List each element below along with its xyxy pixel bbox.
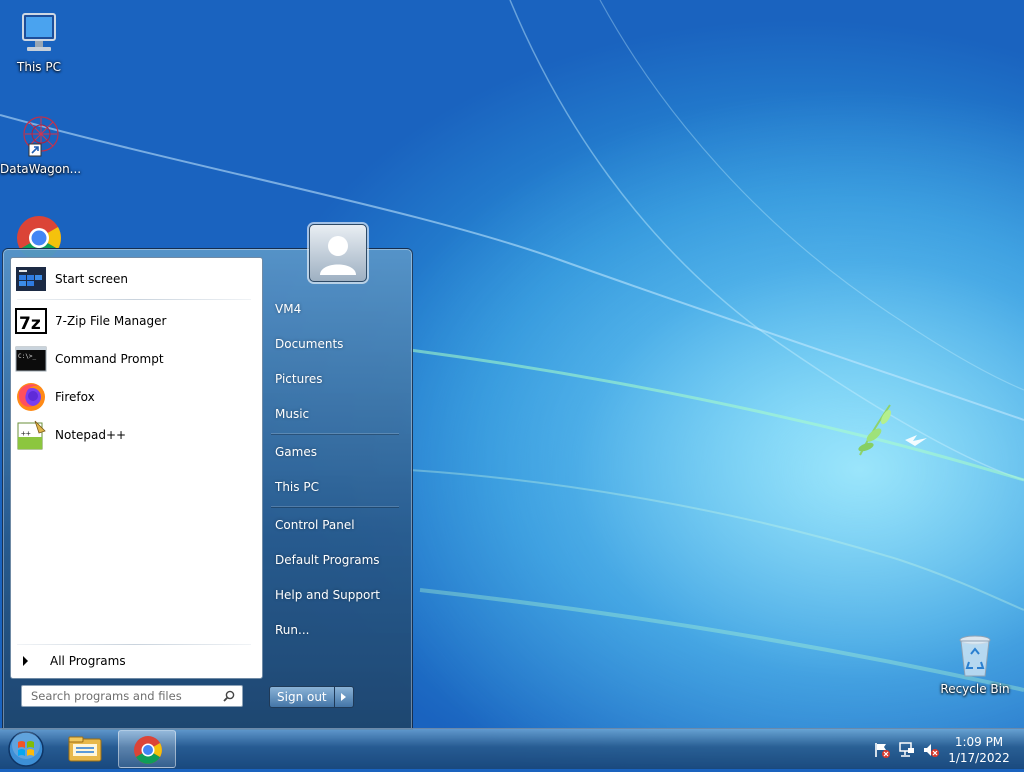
right-item-games[interactable]: Games	[271, 437, 406, 467]
search-input[interactable]	[29, 688, 221, 704]
command-prompt-icon: C:\>_	[15, 343, 47, 375]
right-item-documents[interactable]: Documents	[271, 329, 406, 359]
program-label: Command Prompt	[55, 352, 164, 366]
start-screen-icon	[15, 263, 47, 295]
right-item-run[interactable]: Run...	[271, 615, 406, 645]
desktop-icon-recycle-bin[interactable]: Recycle Bin	[936, 632, 1014, 696]
sign-out-options-arrow-icon[interactable]	[334, 686, 354, 708]
all-programs-label: All Programs	[50, 654, 126, 668]
desktop-icon-label: Recycle Bin	[940, 682, 1010, 696]
program-start-screen[interactable]: Start screen	[15, 262, 255, 296]
svg-text:C:\>_: C:\>_	[18, 353, 36, 360]
taskbar-clock[interactable]: 1:09 PM 1/17/2022	[944, 734, 1014, 766]
right-item-vm4[interactable]: VM4	[271, 294, 406, 324]
recycle-bin-icon	[951, 632, 999, 680]
desktop-icon-datawagon[interactable]: DataWagon...	[0, 112, 82, 176]
start-button[interactable]	[6, 730, 46, 768]
program-label: Firefox	[55, 390, 95, 404]
search-box	[21, 685, 243, 707]
desktop-icon-label: DataWagon...	[0, 162, 82, 176]
start-menu: Start screen 7z 7-Zip File Manager C:\>_…	[2, 224, 413, 730]
sign-out-group: Sign out	[269, 686, 354, 708]
program-notepadpp[interactable]: ++ Notepad++	[15, 418, 255, 452]
program-label: Notepad++	[55, 428, 127, 442]
firefox-icon	[15, 381, 47, 413]
volume-muted-icon[interactable]	[922, 741, 940, 759]
taskbar-file-explorer-button[interactable]	[56, 730, 114, 768]
right-item-this-pc[interactable]: This PC	[271, 472, 406, 502]
program-label: 7-Zip File Manager	[55, 314, 167, 328]
network-icon[interactable]	[898, 741, 916, 759]
file-explorer-icon	[68, 736, 102, 762]
right-separator	[271, 506, 399, 507]
right-item-music[interactable]: Music	[271, 399, 406, 429]
program-7zip[interactable]: 7z 7-Zip File Manager	[15, 304, 255, 338]
program-command-prompt[interactable]: C:\>_ Command Prompt	[15, 342, 255, 376]
taskbar: 1:09 PM 1/17/2022	[0, 728, 1024, 769]
notepadpp-icon: ++	[15, 419, 47, 451]
svg-text:++: ++	[21, 429, 31, 438]
right-item-control-panel[interactable]: Control Panel	[271, 510, 406, 540]
programs-separator	[17, 299, 251, 300]
search-icon[interactable]	[223, 690, 235, 702]
program-firefox[interactable]: Firefox	[15, 380, 255, 414]
desktop-icon-this-pc[interactable]: This PC	[0, 10, 78, 74]
7zip-icon: 7z	[15, 305, 47, 337]
user-avatar[interactable]	[309, 224, 367, 282]
bird	[905, 435, 927, 446]
action-center-flag-icon[interactable]	[873, 741, 891, 759]
desktop-icon-label: This PC	[17, 60, 61, 74]
triangle-right-icon	[23, 656, 28, 666]
computer-icon	[15, 10, 63, 58]
sign-out-button[interactable]: Sign out	[269, 686, 335, 708]
leaf-sprig	[858, 404, 892, 456]
programs-pane: Start screen 7z 7-Zip File Manager C:\>_…	[10, 257, 263, 679]
svg-text:7z: 7z	[19, 314, 41, 334]
all-programs-button[interactable]: All Programs	[15, 650, 255, 672]
program-label: Start screen	[55, 272, 129, 286]
right-item-default-programs[interactable]: Default Programs	[271, 545, 406, 575]
right-separator	[271, 433, 399, 434]
windows-orb-icon	[8, 731, 44, 767]
clock-time: 1:09 PM	[954, 735, 1004, 749]
taskbar-chrome-button[interactable]	[118, 730, 176, 768]
programs-separator	[17, 644, 251, 645]
right-item-help-and-support[interactable]: Help and Support	[271, 580, 406, 610]
right-item-pictures[interactable]: Pictures	[271, 364, 406, 394]
clock-date: 1/17/2022	[948, 751, 1010, 765]
datawagon-icon	[15, 112, 63, 160]
chrome-icon	[134, 736, 162, 764]
